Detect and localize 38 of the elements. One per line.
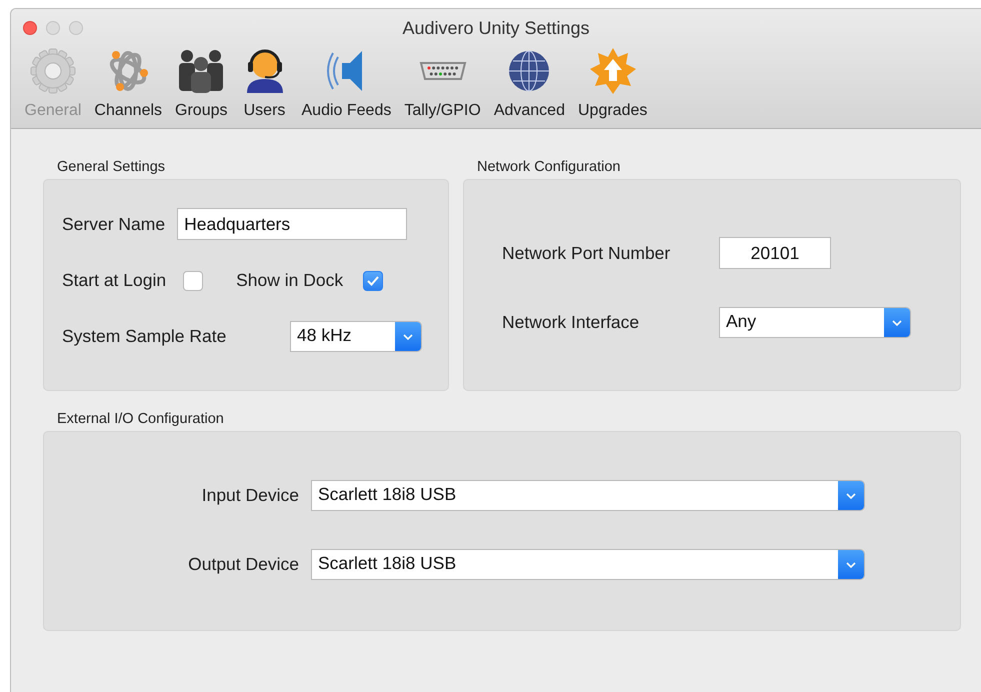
checkbox-label: Start at Login <box>62 270 166 291</box>
toolbar-tab[interactable]: Channels <box>88 47 169 120</box>
toolbar-tab[interactable]: Upgrades <box>571 47 654 120</box>
zoom-button[interactable] <box>69 21 83 35</box>
toolbar-tab[interactable]: Groups <box>168 47 234 120</box>
upgrade-icon <box>588 47 637 95</box>
toolbar-tab[interactable]: Advanced <box>487 47 572 120</box>
chevron-down-icon <box>846 492 856 498</box>
port-field[interactable]: 20101 <box>719 237 831 269</box>
field-label: Input Device <box>200 485 299 506</box>
dropdown[interactable]: Any <box>719 307 911 338</box>
group-title: Network Configuration <box>476 159 622 177</box>
field-label: Network Port Number <box>502 242 672 264</box>
toolbar-tab[interactable]: Tally/GPIO <box>398 47 488 120</box>
checkbox[interactable] <box>363 270 384 290</box>
minimize-button[interactable] <box>46 21 60 35</box>
toolbar-tab[interactable]: Audio Feeds <box>295 47 398 120</box>
field-label: Network Interface <box>502 312 640 333</box>
checkmark-icon <box>367 276 380 286</box>
field-label: System Sample Rate <box>62 326 226 347</box>
field-label: Output Device <box>187 554 299 575</box>
group-title: External I/O Configuration <box>56 411 225 429</box>
checkbox-label: Show in Dock <box>236 270 344 291</box>
dropdown[interactable]: Scarlett 18i8 USB <box>311 549 865 580</box>
server-name-field[interactable]: Headquarters <box>177 208 408 240</box>
window-title: Audivero Unity Settings <box>402 18 590 38</box>
chevron-down-icon <box>892 320 902 326</box>
close-button[interactable] <box>23 21 37 35</box>
chevron-down-icon <box>403 334 413 340</box>
toolbar-tab[interactable]: Users <box>234 47 295 120</box>
group-icon <box>177 47 226 95</box>
dropdown[interactable]: 48 kHz <box>290 321 422 352</box>
checkbox[interactable] <box>183 270 204 290</box>
field-label: Server Name <box>62 214 166 234</box>
gear-icon <box>28 47 77 95</box>
dropdown[interactable]: Scarlett 18i8 USB <box>311 480 865 511</box>
group-title: General Settings <box>56 159 166 177</box>
chevron-down-icon <box>846 562 856 568</box>
